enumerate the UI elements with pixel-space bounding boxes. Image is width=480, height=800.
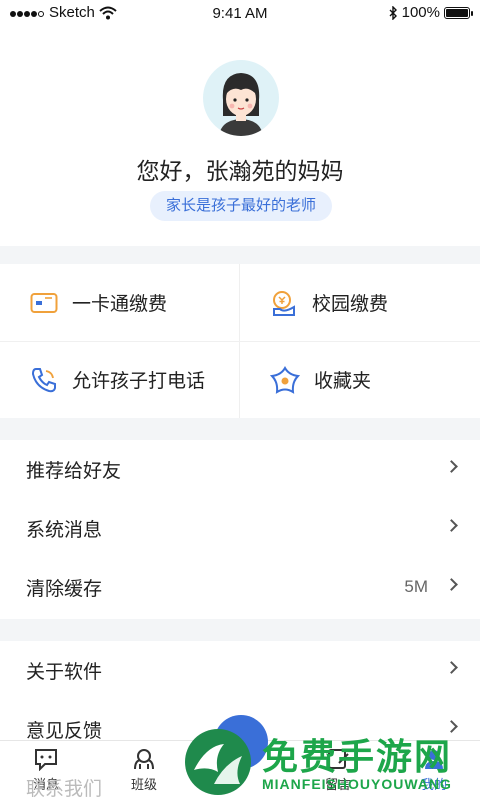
chevron-right-icon [445,578,458,591]
service-grid: 一卡通缴费 校园缴费 允许孩子打电话 收藏夹 [0,264,480,418]
list-item-recommend[interactable]: 推荐给好友 [0,440,480,499]
list-item-clear-cache[interactable]: 清除缓存 5M [0,558,480,617]
grid-item-favorites[interactable]: 收藏夹 [240,341,480,418]
bluetooth-icon [389,5,397,20]
chevron-right-icon [445,661,458,674]
grid-item-label: 校园缴费 [312,294,389,315]
contact-us-row-obscured: 联系我们 [26,779,103,800]
grid-item-label: 允许孩子打电话 [72,371,206,392]
list-item-label: 关于软件 [26,662,103,683]
battery-percent: 100% [401,4,440,21]
section-divider [0,418,480,440]
chevron-right-icon [445,519,458,532]
list-item-label: 系统消息 [26,520,103,541]
list-item-label: 意见反馈 [26,721,103,742]
girl-avatar-icon [219,73,263,136]
chevron-right-icon [445,460,458,473]
cache-size-value: 5M [404,577,428,596]
grid-item-school-payment[interactable]: 校园缴费 [240,264,480,341]
profile-header: 您好，张瀚苑的妈妈 家长是孩子最好的老师 [0,28,480,246]
grid-item-allow-calls[interactable]: 允许孩子打电话 [0,341,240,418]
section-divider [0,246,480,264]
list-item-label: 清除缓存 [26,579,103,600]
message-icon [35,749,57,771]
yuan-coin-icon [273,290,295,316]
battery-icon [444,6,473,19]
watermark-title: 免费手游网 [262,737,453,778]
grid-item-label: 收藏夹 [314,371,372,392]
list-item-system-messages[interactable]: 系统消息 [0,499,480,558]
watermark-subtitle: MIANFEISHOUYOUWANG [262,776,452,792]
class-icon [134,749,154,770]
phone-icon [31,367,56,392]
tab-class[interactable]: 班级 [114,747,174,793]
greeting-text: 您好，张瀚苑的妈妈 [136,158,344,184]
tab-label: 班级 [130,777,157,792]
slogan-badge: 家长是孩子最好的老师 [150,191,332,221]
list-item-about[interactable]: 关于软件 [0,641,480,700]
list-item-label: 推荐给好友 [26,461,122,482]
settings-list: 推荐给好友 系统消息 清除缓存 5M [0,440,480,617]
section-divider [0,619,480,641]
status-bar: Sketch 9:41 AM 100% [0,0,480,28]
grid-item-card-payment[interactable]: 一卡通缴费 [0,264,240,341]
watermark-logo-icon [185,729,251,795]
grid-item-label: 一卡通缴费 [72,294,168,315]
avatar[interactable] [203,60,279,136]
flower-star-icon [270,365,300,394]
card-icon [30,292,58,313]
